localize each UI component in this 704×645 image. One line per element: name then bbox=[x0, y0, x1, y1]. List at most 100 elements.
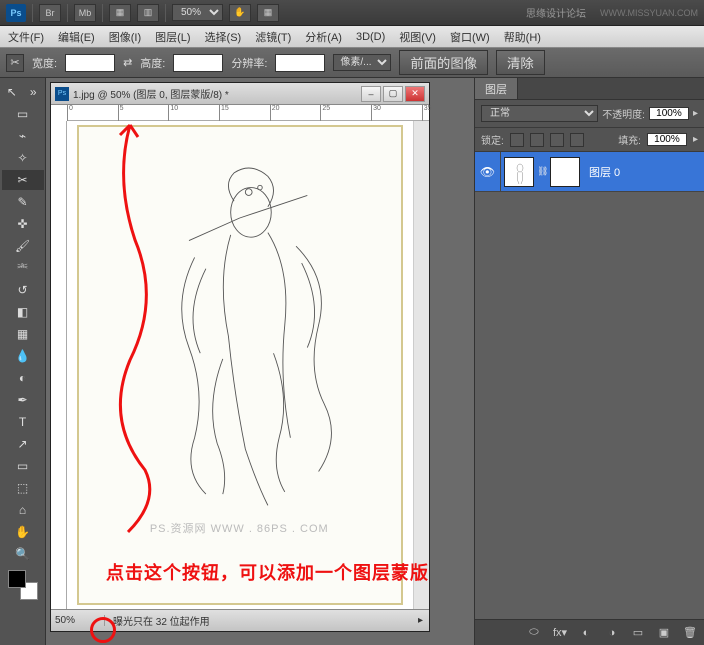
hand-button[interactable]: ✋ bbox=[229, 4, 251, 22]
ruler-tick: 15 bbox=[219, 105, 229, 121]
opacity-input[interactable] bbox=[649, 107, 689, 120]
layer-thumbnail[interactable] bbox=[504, 157, 534, 187]
lock-transparent-button[interactable] bbox=[510, 133, 524, 147]
doc-zoom-field[interactable]: 50% bbox=[51, 615, 105, 626]
width-label: 宽度: bbox=[32, 55, 57, 71]
menu-view[interactable]: 视图(V) bbox=[399, 29, 436, 45]
menu-filter[interactable]: 滤镜(T) bbox=[255, 29, 291, 45]
resolution-input[interactable] bbox=[275, 54, 325, 72]
wand-tool[interactable]: ✧ bbox=[2, 148, 44, 168]
fill-input[interactable] bbox=[647, 133, 687, 146]
doc-ps-icon: Ps bbox=[55, 87, 69, 101]
new-layer-button[interactable]: ▣ bbox=[656, 626, 672, 639]
unit-select[interactable]: 像素/... bbox=[333, 54, 391, 71]
color-swatch[interactable] bbox=[8, 570, 38, 600]
delete-layer-button[interactable]: 🗑 bbox=[682, 626, 698, 639]
swap-button[interactable]: ⇄ bbox=[123, 56, 132, 69]
group-button[interactable]: ▭ bbox=[630, 626, 646, 639]
fill-arrow-icon[interactable]: ▸ bbox=[693, 134, 698, 145]
type-tool[interactable]: T bbox=[2, 412, 44, 432]
healing-tool[interactable]: ✜ bbox=[2, 214, 44, 234]
ruler-horizontal: 0 5 10 15 20 25 30 35 bbox=[67, 105, 429, 121]
close-button[interactable]: ✕ bbox=[405, 86, 425, 102]
brush-tool[interactable]: 🖌 bbox=[2, 236, 44, 256]
fx-button[interactable]: fx▾ bbox=[552, 626, 568, 639]
brand-text: 思缘设计论坛 bbox=[526, 5, 586, 20]
screen-mode-button[interactable]: ▦ bbox=[109, 4, 131, 22]
zoom-tool[interactable]: 🔍 bbox=[2, 544, 44, 564]
scrollbar-vertical[interactable] bbox=[413, 121, 429, 609]
line-art-image bbox=[127, 156, 352, 517]
fg-color[interactable] bbox=[8, 570, 26, 588]
menu-image[interactable]: 图像(I) bbox=[109, 29, 141, 45]
mini-bridge-button[interactable]: Mb bbox=[74, 4, 96, 22]
blur-tool[interactable]: 💧 bbox=[2, 346, 44, 366]
lock-position-button[interactable] bbox=[550, 133, 564, 147]
layer-row[interactable]: 👁 ⛓ 图层 0 bbox=[475, 152, 704, 192]
gradient-tool[interactable]: ▦ bbox=[2, 324, 44, 344]
minimize-button[interactable]: – bbox=[361, 86, 381, 102]
arrange-button[interactable]: ▥ bbox=[137, 4, 159, 22]
path-tool[interactable]: ↗ bbox=[2, 434, 44, 454]
camera-tool[interactable]: ⌂ bbox=[2, 500, 44, 520]
status-arrow-icon[interactable]: ▸ bbox=[412, 615, 429, 626]
add-mask-button[interactable]: ◐ bbox=[578, 627, 594, 639]
menu-layer[interactable]: 图层(L) bbox=[155, 29, 190, 45]
lock-pixels-button[interactable] bbox=[530, 133, 544, 147]
visibility-toggle[interactable]: 👁 bbox=[475, 152, 501, 192]
height-label: 高度: bbox=[140, 55, 165, 71]
eraser-tool[interactable]: ◧ bbox=[2, 302, 44, 322]
3d-tool[interactable]: ⬚ bbox=[2, 478, 44, 498]
menu-file[interactable]: 文件(F) bbox=[8, 29, 44, 45]
lock-all-button[interactable] bbox=[570, 133, 584, 147]
ruler-tick: 5 bbox=[118, 105, 124, 121]
layers-tab[interactable]: 图层 bbox=[475, 78, 518, 99]
menu-help[interactable]: 帮助(H) bbox=[504, 29, 541, 45]
clear-button[interactable]: 清除 bbox=[496, 50, 545, 75]
lock-label: 锁定: bbox=[481, 132, 504, 147]
menu-select[interactable]: 选择(S) bbox=[205, 29, 242, 45]
expand-icon[interactable]: » bbox=[24, 82, 44, 102]
resolution-label: 分辨率: bbox=[231, 55, 267, 71]
ruler-tick: 30 bbox=[371, 105, 381, 121]
menu-edit[interactable]: 编辑(E) bbox=[58, 29, 95, 45]
brand-url: WWW.MISSYUAN.COM bbox=[600, 8, 698, 18]
menu-3d[interactable]: 3D(D) bbox=[356, 31, 385, 43]
shape-tool[interactable]: ▭ bbox=[2, 456, 44, 476]
crop-tool[interactable]: ✂ bbox=[2, 170, 44, 190]
blend-row: 正常 不透明度: ▸ bbox=[475, 100, 704, 128]
opacity-arrow-icon[interactable]: ▸ bbox=[693, 108, 698, 119]
options-bar: ✂ 宽度: ⇄ 高度: 分辨率: 像素/... 前面的图像 清除 bbox=[0, 48, 704, 78]
menu-analysis[interactable]: 分析(A) bbox=[305, 29, 342, 45]
maximize-button[interactable]: ▢ bbox=[383, 86, 403, 102]
lasso-tool[interactable]: ⌁ bbox=[2, 126, 44, 146]
panel-footer: ⬭ fx▾ ◐ ◑ ▭ ▣ 🗑 bbox=[475, 619, 704, 645]
bridge-button[interactable]: Br bbox=[39, 4, 61, 22]
pen-tool[interactable]: ✒ bbox=[2, 390, 44, 410]
marquee-tool[interactable]: ▭ bbox=[2, 104, 44, 124]
divider bbox=[67, 4, 68, 22]
crop-tool-icon[interactable]: ✂ bbox=[6, 54, 24, 72]
front-image-button[interactable]: 前面的图像 bbox=[399, 50, 488, 75]
menu-window[interactable]: 窗口(W) bbox=[450, 29, 490, 45]
dodge-tool[interactable]: ◐ bbox=[2, 368, 44, 388]
blend-mode-select[interactable]: 正常 bbox=[481, 105, 598, 122]
stamp-tool[interactable]: ⎃ bbox=[2, 258, 44, 278]
adjustment-layer-button[interactable]: ◑ bbox=[604, 627, 620, 639]
canvas[interactable]: PS.资源网 WWW . 86PS . COM bbox=[67, 121, 413, 609]
document-titlebar[interactable]: Ps 1.jpg @ 50% (图层 0, 图层蒙版/8) * – ▢ ✕ bbox=[51, 83, 429, 105]
history-brush-tool[interactable]: ↺ bbox=[2, 280, 44, 300]
width-input[interactable] bbox=[65, 54, 115, 72]
zoom-select[interactable]: 50% bbox=[172, 4, 223, 21]
document-title: 1.jpg @ 50% (图层 0, 图层蒙版/8) * bbox=[73, 86, 229, 101]
mask-thumbnail[interactable] bbox=[550, 157, 580, 187]
extras-button[interactable]: ▦ bbox=[257, 4, 279, 22]
ruler-tick: 10 bbox=[168, 105, 178, 121]
move-tool[interactable]: ↖ bbox=[2, 82, 22, 102]
height-input[interactable] bbox=[173, 54, 223, 72]
layer-name[interactable]: 图层 0 bbox=[583, 164, 620, 180]
watermark: PS.资源网 WWW . 86PS . COM bbox=[150, 520, 329, 536]
link-layers-button[interactable]: ⬭ bbox=[526, 626, 542, 639]
eyedropper-tool[interactable]: ✎ bbox=[2, 192, 44, 212]
hand-tool[interactable]: ✋ bbox=[2, 522, 44, 542]
